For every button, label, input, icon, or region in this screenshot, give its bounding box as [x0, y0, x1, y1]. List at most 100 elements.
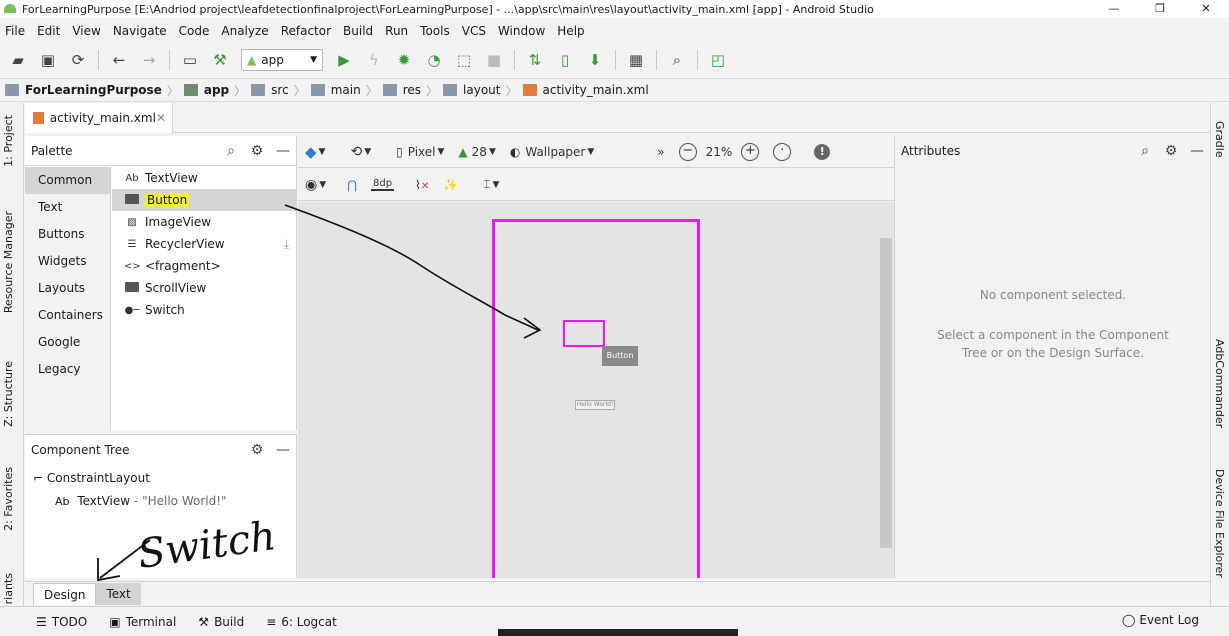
tool-tab-adbcommander[interactable]: AdbCommander: [1213, 339, 1226, 428]
palette-category-common[interactable]: Common: [25, 167, 110, 194]
minimize-icon[interactable]: —: [270, 442, 296, 458]
palette-item-imageview[interactable]: ▨ ImageView: [112, 211, 297, 233]
tool-tab-favorites[interactable]: 2: Favorites: [2, 467, 15, 531]
back-icon[interactable]: ←: [107, 48, 131, 72]
palette-item-textview[interactable]: Ab TextView: [112, 167, 297, 189]
tool-terminal[interactable]: ▣ Terminal: [109, 615, 176, 629]
tool-tab-structure[interactable]: Z: Structure: [2, 361, 15, 427]
sync-icon[interactable]: ⟳: [66, 48, 90, 72]
hello-world-textview[interactable]: Hello World!: [575, 400, 615, 410]
search-icon[interactable]: ⌕: [665, 48, 689, 72]
menu-tools[interactable]: Tools: [414, 24, 456, 38]
tool-tab-build-variants[interactable]: riants: [2, 573, 15, 604]
palette-item-button[interactable]: Button: [112, 189, 297, 211]
palette-category-widgets[interactable]: Widgets: [25, 248, 110, 275]
palette-category-containers[interactable]: Containers: [25, 302, 110, 329]
maximize-button[interactable]: ❐: [1137, 0, 1183, 18]
gear-icon[interactable]: ⚙: [244, 442, 270, 458]
device-select[interactable]: ▯ Pixel ▼: [396, 145, 444, 159]
zoom-fit-button[interactable]: ·: [773, 142, 792, 161]
tree-node-constraintlayout[interactable]: ⌐ ConstraintLayout: [33, 471, 150, 485]
menu-edit[interactable]: Edit: [31, 24, 66, 38]
save-icon[interactable]: ▣: [36, 48, 60, 72]
tool-logcat[interactable]: ≡ 6: Logcat: [266, 615, 337, 629]
clear-constraints-button[interactable]: ⌇✕: [415, 178, 429, 192]
minimize-button[interactable]: —: [1091, 0, 1137, 18]
minimize-icon[interactable]: —: [1184, 143, 1210, 159]
minimize-icon[interactable]: —: [270, 143, 296, 159]
more-actions-button[interactable]: »: [657, 145, 664, 159]
breadcrumb-src[interactable]: src: [246, 83, 294, 97]
avd-manager-icon[interactable]: ▯: [553, 48, 577, 72]
view-options-select[interactable]: ◉ ▼: [305, 177, 326, 193]
editor-tab-activity-main[interactable]: activity_main.xml ✕: [25, 103, 173, 133]
menu-view[interactable]: View: [66, 24, 106, 38]
tool-tab-device-file-explorer[interactable]: Device File Explorer: [1213, 469, 1226, 578]
palette-category-text[interactable]: Text: [25, 194, 110, 221]
dragged-button-ghost[interactable]: Button: [602, 346, 638, 366]
run-configuration-select[interactable]: ▲ app ▼: [241, 49, 323, 71]
palette-category-layouts[interactable]: Layouts: [25, 275, 110, 302]
download-icon[interactable]: ⤓: [284, 237, 289, 252]
palette-category-buttons[interactable]: Buttons: [25, 221, 110, 248]
menu-file[interactable]: File: [0, 24, 31, 38]
tool-build[interactable]: ⚒ Build: [198, 615, 244, 629]
menu-window[interactable]: Window: [492, 24, 551, 38]
warnings-button[interactable]: !: [814, 143, 831, 160]
breadcrumb-file[interactable]: activity_main.xml: [518, 83, 654, 97]
device-frame[interactable]: Button Hello World!: [492, 219, 700, 578]
gear-icon[interactable]: ⚙: [244, 143, 270, 159]
attach-debugger-icon[interactable]: ⬚: [452, 48, 476, 72]
forward-icon[interactable]: →: [137, 48, 161, 72]
design-mode-select[interactable]: ◆ ▼: [305, 143, 325, 161]
orientation-select[interactable]: ⟲ ▼: [350, 144, 371, 160]
make-project-icon[interactable]: ⚒: [208, 48, 232, 72]
tree-node-textview[interactable]: Ab TextView - "Hello World!": [55, 494, 227, 508]
menu-refactor[interactable]: Refactor: [275, 24, 337, 38]
sdk-manager-icon[interactable]: ⬇: [583, 48, 607, 72]
canvas-scrollbar[interactable]: [880, 238, 892, 548]
close-window-button[interactable]: ✕: [1183, 0, 1229, 18]
palette-category-google[interactable]: Google: [25, 329, 110, 356]
theme-select[interactable]: ◐ Wallpaper ▼: [510, 145, 594, 159]
palette-item-fragment[interactable]: <> <fragment>: [112, 255, 297, 277]
project-structure-icon[interactable]: ▭: [178, 48, 202, 72]
tool-tab-gradle[interactable]: Gradle: [1213, 121, 1226, 158]
menu-build[interactable]: Build: [337, 24, 379, 38]
default-margin-select[interactable]: 8dp: [370, 178, 395, 191]
menu-run[interactable]: Run: [379, 24, 414, 38]
tab-text[interactable]: Text: [96, 583, 141, 605]
tool-todo[interactable]: ☰ TODO: [36, 615, 87, 629]
stop-icon[interactable]: ■: [482, 48, 506, 72]
gear-icon[interactable]: ⚙: [1158, 143, 1184, 159]
tab-design[interactable]: Design: [33, 583, 97, 605]
profile-icon[interactable]: ◔: [422, 48, 446, 72]
tool-tab-project[interactable]: 1: Project: [2, 115, 15, 167]
api-level-select[interactable]: ▲ 28 ▼: [458, 145, 495, 159]
event-log-button[interactable]: ◯ Event Log: [1122, 613, 1199, 627]
run-icon[interactable]: ▶: [332, 48, 356, 72]
menu-navigate[interactable]: Navigate: [107, 24, 173, 38]
tool-tab-resource-manager[interactable]: Resource Manager: [2, 211, 15, 313]
zoom-in-button[interactable]: +: [741, 142, 760, 161]
menu-help[interactable]: Help: [551, 24, 590, 38]
menu-code[interactable]: Code: [173, 24, 216, 38]
autoconnect-toggle[interactable]: ⋂: [347, 178, 357, 192]
cast-icon[interactable]: ◰: [706, 48, 730, 72]
open-folder-icon[interactable]: ▰: [6, 48, 30, 72]
apply-changes-icon[interactable]: ϟ: [362, 48, 386, 72]
breadcrumb-project[interactable]: ForLearningPurpose: [0, 83, 167, 97]
infer-constraints-button[interactable]: ✨: [443, 178, 458, 192]
menu-vcs[interactable]: VCS: [456, 24, 492, 38]
project-structure-icon[interactable]: ▦: [624, 48, 648, 72]
close-icon[interactable]: ✕: [156, 111, 166, 125]
debug-icon[interactable]: ✹: [392, 48, 416, 72]
breadcrumb-app[interactable]: app: [179, 83, 234, 97]
search-icon[interactable]: ⌕: [1132, 143, 1158, 159]
menu-analyze[interactable]: Analyze: [215, 24, 274, 38]
breadcrumb-res[interactable]: res: [378, 83, 426, 97]
design-canvas[interactable]: Button Hello World!: [298, 202, 894, 578]
palette-item-scrollview[interactable]: ScrollView: [112, 277, 297, 299]
palette-category-legacy[interactable]: Legacy: [25, 356, 110, 383]
search-icon[interactable]: ⌕: [218, 143, 244, 159]
